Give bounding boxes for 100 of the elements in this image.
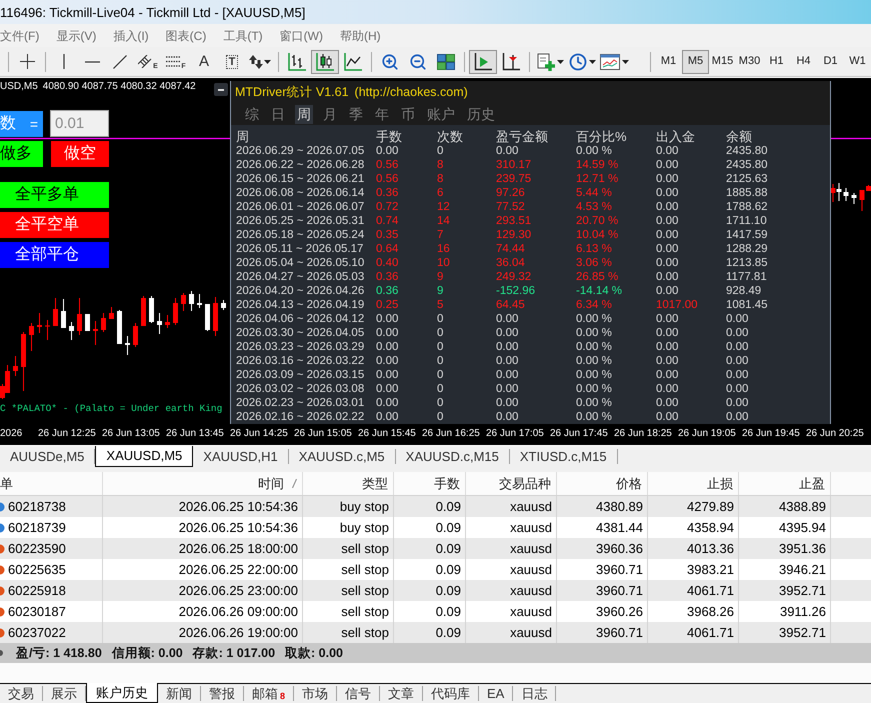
timeframe-button[interactable]: H4 [790, 50, 817, 74]
diagonal-line-icon [113, 54, 127, 68]
panel-tab[interactable]: 日 [269, 104, 287, 124]
table-cell-text: 2026.06.01 ~ 2026.06.07 [236, 200, 366, 214]
terminal-tab[interactable]: 账户历史 [86, 683, 158, 703]
table-cell-text: 1017.00 [656, 298, 699, 312]
candle [29, 322, 34, 352]
text-tool-button[interactable]: A [190, 50, 218, 74]
menu-item[interactable]: 工具(T) [223, 26, 263, 44]
table-cell-text: 2125.63 [726, 172, 769, 186]
table-cell-text: 0.00 [726, 382, 750, 396]
column-header[interactable]: 类型 [303, 472, 394, 495]
table-cell-text: 0.35 [376, 228, 400, 242]
panel-link[interactable]: (http://chaokes.com) [354, 82, 468, 102]
menu-item[interactable]: 图表(C) [166, 26, 206, 44]
table-row[interactable]: 60223590 2026.06.25 18:00:00 sell stop 0.09 xauusd 3960.36 4013.36 3951.36 [0, 538, 871, 559]
close-longs-button[interactable]: 全平多单 [0, 182, 109, 208]
column-header[interactable]: 单 [0, 472, 103, 495]
timeframe-button[interactable]: M1 [655, 50, 682, 74]
terminal-tab[interactable]: 新闻 [158, 686, 201, 701]
column-header[interactable]: 止盈 [739, 472, 831, 495]
panel-tab[interactable]: 账户 [425, 104, 457, 124]
timeframe-button[interactable]: M5 [682, 50, 709, 74]
menu-item[interactable]: 文件(F) [0, 26, 40, 44]
terminal-tab[interactable]: EA [479, 686, 514, 701]
table-cell-text: 0.40 [376, 256, 400, 270]
panel-tab[interactable]: 币 [399, 104, 417, 124]
auto-scroll-button[interactable] [469, 50, 497, 74]
menu-item[interactable]: 帮助(H) [340, 26, 381, 44]
short-button[interactable]: 做空 [51, 141, 109, 167]
table-cell-text: 60230187 [8, 603, 66, 621]
table-cell-text: 0.00 [726, 368, 750, 382]
time-axis-label: 26 Jun 13:45 [166, 428, 224, 439]
terminal-tab[interactable]: 市场 [294, 686, 338, 701]
table-row[interactable]: 60225635 2026.06.25 22:00:00 sell stop 0.09 xauusd 3960.71 3983.21 3946.21 [0, 559, 871, 580]
timeframe-button[interactable]: M30 [736, 50, 763, 74]
table-row[interactable]: 60237022 2026.06.26 19:00:00 sell stop 0.09 xauusd 3960.71 4061.71 3952.71 [0, 622, 871, 643]
panel-tab[interactable]: 年 [373, 104, 391, 124]
panel-tab[interactable]: 综 [243, 104, 261, 124]
time-axis-label: 26 Jun 16:25 [422, 428, 480, 439]
terminal-tab[interactable]: 文章 [380, 686, 424, 701]
terminal-tab[interactable]: 代码库 [423, 686, 480, 701]
table-row[interactable]: 60230187 2026.06.26 09:00:00 sell stop 0.09 xauusd 3960.26 3968.26 3911.26 [0, 601, 871, 622]
table-cell-text: 0.56 [376, 172, 400, 186]
table-cell-text: 0.00 [656, 410, 680, 424]
column-header[interactable]: 手数 [394, 472, 466, 495]
menu-item[interactable]: 插入(I) [113, 26, 149, 44]
column-header[interactable]: 交易品种 [466, 472, 557, 495]
panel-tab[interactable]: 月 [321, 104, 339, 124]
grid-squares-icon [437, 54, 455, 70]
candle [109, 306, 114, 320]
close-shorts-button[interactable]: 全平空单 [0, 212, 109, 238]
candle [173, 298, 178, 326]
timeframe-button[interactable]: H1 [763, 50, 790, 74]
column-header[interactable]: 止损 [648, 472, 739, 495]
terminal-tab[interactable]: 信号 [337, 686, 380, 701]
table-cell-text: 9 [437, 284, 444, 298]
table-cell-text: 2026.03.09 ~ 2026.03.15 [236, 368, 366, 382]
table-row[interactable]: 60218739 2026.06.25 10:54:36 buy stop 0.09 xauusd 4381.44 4358.94 4395.94 [0, 517, 871, 538]
table-cell-text: 20.70 % [576, 214, 620, 228]
candlestick-button[interactable] [311, 50, 339, 74]
table-cell-text: 3.06 % [576, 256, 613, 270]
chart-tab[interactable]: XAUUSD.c,M5 [288, 449, 396, 464]
chart-tab[interactable]: XAUUSD,H1 [193, 449, 289, 464]
menu-item[interactable]: 显示(V) [56, 26, 96, 44]
table-row[interactable]: 60225918 2026.06.25 23:00:00 sell stop 0.09 xauusd 3960.71 4061.71 3952.71 [0, 580, 871, 601]
terminal-tab[interactable]: 邮箱 8 [244, 686, 294, 701]
column-header[interactable]: 价格 [557, 472, 648, 495]
text-label-button[interactable]: T [218, 50, 246, 74]
arrows-icon [249, 54, 263, 68]
close-all-button[interactable]: 全部平仓 [0, 242, 109, 268]
table-cell-text: 0.00 [496, 326, 520, 340]
line-chart-icon [344, 52, 362, 70]
terminal-tab[interactable]: 日志 [513, 686, 556, 701]
chart-tab[interactable]: XAUUSD,M5 [95, 446, 194, 467]
timeframe-button[interactable]: D1 [817, 50, 844, 74]
panel-tab[interactable]: 季 [347, 104, 365, 124]
long-button[interactable]: 做多 [0, 141, 43, 167]
timeframe-button[interactable]: W1 [844, 50, 871, 74]
panel-tab[interactable]: 历史 [465, 104, 497, 124]
table-cell-text: 0 [437, 340, 444, 354]
minimize-button[interactable] [214, 83, 228, 96]
panel-tab[interactable]: 周 [295, 104, 313, 124]
menu-item[interactable]: 窗口(W) [280, 26, 323, 44]
table-cell-text: 2026.06.22 ~ 2026.06.28 [236, 158, 366, 172]
table-row[interactable]: 60218738 2026.06.25 10:54:36 buy stop 0.09 xauusd 4380.89 4279.89 4388.89 [0, 496, 871, 517]
terminal-tab[interactable]: 警报 [201, 686, 244, 701]
table-cell-text: 0.00 [376, 396, 400, 410]
table-cell-text: 0 [437, 354, 444, 368]
table-cell-text: 60223590 [8, 540, 66, 558]
chart-tab[interactable]: XTIUSD.c,M15 [510, 449, 618, 464]
zoom-out-icon [409, 52, 427, 70]
column-header: 手数 [376, 130, 403, 144]
chart-tab[interactable]: XAUUSD.c,M15 [396, 449, 510, 464]
terminal-tab[interactable]: 交易 [0, 686, 43, 701]
column-header[interactable]: 时间 [103, 472, 303, 495]
summary-text: 取款: 0.00 [285, 644, 343, 662]
horizontal-line-icon [84, 60, 100, 62]
table-cell-text: 0.00 [726, 340, 750, 354]
timeframe-button[interactable]: M15 [709, 50, 736, 74]
